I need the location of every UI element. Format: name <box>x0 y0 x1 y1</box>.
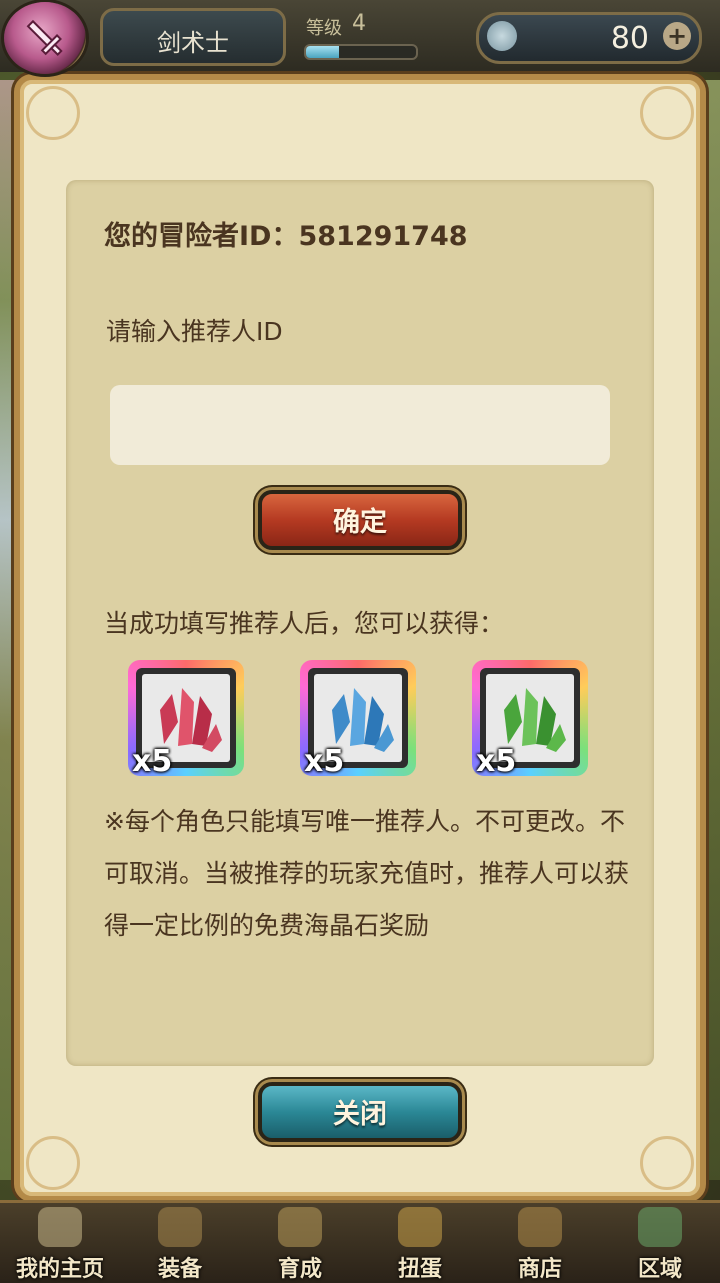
sword-icon <box>26 19 63 56</box>
nav-item-region[interactable]: 区域 <box>600 1203 720 1283</box>
reward-title: 当成功填写推荐人后，您可以获得： <box>104 609 505 638</box>
class-name-box: 剑术士 <box>100 8 286 66</box>
close-button[interactable]: 关闭 <box>258 1082 462 1142</box>
nav-item-equipment[interactable]: 装备 <box>120 1203 240 1283</box>
frame-ornament <box>26 1136 80 1190</box>
reward-quantity: x5 <box>476 744 517 779</box>
confirm-button[interactable]: 确定 <box>258 490 462 550</box>
frame-ornament <box>26 86 80 140</box>
helmet-icon <box>158 1207 202 1247</box>
level-progress-fill <box>306 46 339 58</box>
gem-icon <box>487 21 517 51</box>
nav-item-gacha[interactable]: 扭蛋 <box>360 1203 480 1283</box>
nav-label: 我的主页 <box>15 1257 104 1282</box>
class-name: 剑术士 <box>157 29 229 57</box>
gem-count: 80 <box>610 21 649 56</box>
nav-label: 区域 <box>637 1257 682 1282</box>
globe-icon <box>638 1207 682 1247</box>
gem-currency-box: 80 + <box>476 12 702 64</box>
frame-ornament <box>640 86 694 140</box>
adventurer-id: 您的冒险者ID：581291748 <box>104 221 468 252</box>
referrer-id-prompt: 请输入推荐人ID <box>106 317 283 346</box>
frame-ornament <box>640 1136 694 1190</box>
capsule-icon <box>398 1207 442 1247</box>
reward-quantity: x5 <box>304 744 345 779</box>
referral-note: ※每个角色只能填写唯一推荐人。不可更改。不可取消。当被推荐的玩家充值时，推荐人可… <box>104 807 630 940</box>
scroll-icon <box>38 1207 82 1247</box>
nav-item-training[interactable]: 育成 <box>240 1203 360 1283</box>
bag-icon <box>518 1207 562 1247</box>
nav-label: 装备 <box>157 1257 202 1282</box>
add-gems-button[interactable]: + <box>663 22 691 50</box>
top-bar: 剑术士 等级 4 80 + <box>0 0 720 74</box>
level-label: 等级 <box>306 18 342 39</box>
level-box: 等级 4 <box>296 8 426 60</box>
level-value: 4 <box>352 11 366 36</box>
reward-item[interactable]: x5 <box>128 660 248 782</box>
sword-icon <box>278 1207 322 1247</box>
nav-item-home[interactable]: 我的主页 <box>0 1203 120 1283</box>
referrer-id-input[interactable] <box>110 385 610 465</box>
nav-label: 商店 <box>517 1257 562 1282</box>
reward-list: x5 x5 x5 <box>128 660 598 782</box>
reward-item[interactable]: x5 <box>300 660 420 782</box>
nav-item-shop[interactable]: 商店 <box>480 1203 600 1283</box>
reward-item[interactable]: x5 <box>472 660 592 782</box>
level-progress-bar <box>304 44 418 60</box>
class-badge[interactable] <box>4 2 86 74</box>
bottom-nav: 我的主页 装备 育成 扭蛋 商店 区域 <box>0 1200 720 1283</box>
nav-label: 育成 <box>277 1257 322 1282</box>
nav-label: 扭蛋 <box>397 1257 442 1282</box>
reward-quantity: x5 <box>132 744 173 779</box>
